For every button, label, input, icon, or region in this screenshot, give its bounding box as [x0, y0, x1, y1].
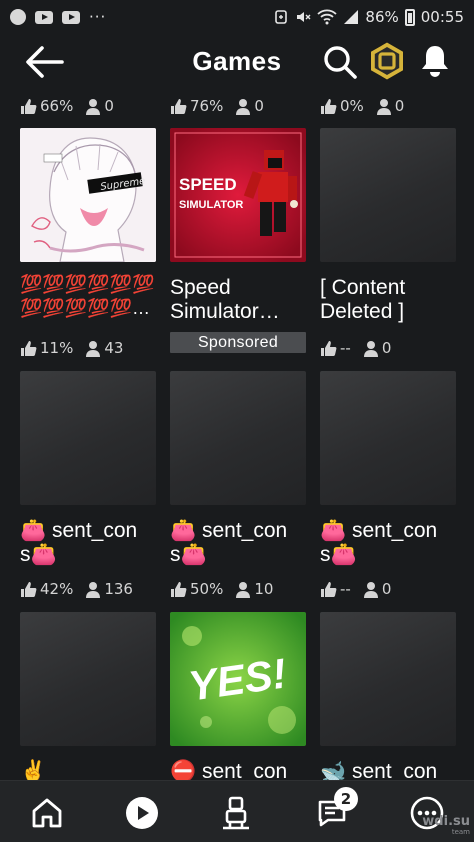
- speed-simulator-thumbnail: SPEED SIMULATOR: [170, 128, 306, 262]
- bottom-nav: 2 wdi.su team: [0, 780, 474, 842]
- nav-home[interactable]: [23, 791, 71, 835]
- game-thumbnail[interactable]: YES!: [170, 612, 306, 746]
- player-count: 0: [381, 580, 392, 598]
- player-count: 10: [254, 580, 274, 598]
- thumbs-up-icon: [321, 98, 337, 114]
- clock: 00:55: [420, 8, 464, 26]
- player-icon: [236, 581, 251, 598]
- game-title[interactable]: ⛔ sent_con: [170, 760, 320, 780]
- game-stats: 42% 136: [20, 579, 145, 599]
- notification-badge: 2: [334, 787, 358, 811]
- battery-percent: 86%: [365, 8, 399, 26]
- player-icon: [86, 98, 101, 115]
- game-thumbnail-placeholder[interactable]: [320, 612, 456, 746]
- data-saver-icon: [275, 10, 288, 24]
- play-icon: [126, 797, 158, 829]
- game-thumbnail-placeholder[interactable]: [20, 371, 156, 505]
- robux-button[interactable]: [366, 40, 408, 82]
- rating-value: 0%: [340, 97, 364, 115]
- game-thumbnail[interactable]: Supreme: [20, 128, 156, 262]
- game-stats: 11% 43: [20, 338, 135, 358]
- thumbs-up-icon: [321, 340, 337, 356]
- more-notifications-indicator: ···: [89, 8, 107, 26]
- app-notification-icon: [10, 9, 26, 25]
- player-count: 0: [394, 97, 405, 115]
- game-title[interactable]: 👛 sent_con s👛: [170, 519, 320, 567]
- game-thumbnail-placeholder[interactable]: [20, 612, 156, 746]
- player-count: 136: [104, 580, 133, 598]
- thumbs-up-icon: [321, 581, 337, 597]
- game-stats: -- 0: [320, 338, 403, 358]
- anime-art-thumbnail: Supreme: [20, 128, 156, 262]
- game-stats: 66% 0: [20, 96, 126, 116]
- avatar-icon: [223, 796, 249, 830]
- game-thumbnail-placeholder[interactable]: [170, 371, 306, 505]
- player-count: 0: [104, 97, 114, 115]
- game-title[interactable]: 💯💯💯💯💯💯 💯💯💯💯💯…: [20, 272, 170, 320]
- youtube-notification-icon-2: [62, 10, 80, 24]
- game-thumbnail-placeholder[interactable]: [320, 371, 456, 505]
- nav-games[interactable]: [118, 791, 166, 835]
- status-bar: ··· 86% 00:55: [0, 0, 474, 34]
- game-stats: 76% 0: [170, 96, 276, 116]
- game-title[interactable]: 👛 sent_con s👛: [320, 519, 470, 567]
- thumbs-up-icon: [21, 581, 37, 597]
- watermark: wdi.su team: [422, 815, 470, 838]
- thumbs-up-icon: [171, 581, 187, 597]
- game-thumbnail-placeholder[interactable]: [320, 128, 456, 262]
- yes-thumbnail: YES!: [170, 612, 306, 746]
- game-stats: -- 0: [320, 579, 403, 599]
- rating-value: 42%: [40, 580, 74, 598]
- game-title[interactable]: [ Content Deleted ]: [320, 276, 470, 324]
- thumbs-up-icon: [171, 98, 187, 114]
- player-icon: [363, 340, 378, 357]
- youtube-notification-icon: [35, 10, 53, 24]
- battery-icon: [404, 8, 415, 26]
- game-stats: 0% 0: [320, 96, 416, 116]
- game-thumbnail[interactable]: SPEED SIMULATOR: [170, 128, 306, 262]
- player-icon: [376, 98, 391, 115]
- simulator-text: SIMULATOR: [179, 199, 243, 211]
- bell-icon: [422, 46, 448, 77]
- nav-chat[interactable]: 2: [308, 787, 358, 835]
- game-title[interactable]: ✌: [20, 760, 170, 780]
- player-icon: [363, 581, 378, 598]
- rating-value: --: [340, 580, 351, 598]
- search-button[interactable]: [320, 42, 360, 82]
- game-title[interactable]: Speed Simulator…: [170, 276, 320, 324]
- player-count: 0: [254, 97, 264, 115]
- nav-avatar[interactable]: [212, 791, 260, 835]
- rating-value: 50%: [190, 580, 224, 598]
- robux-icon: [370, 41, 404, 81]
- rating-value: 66%: [40, 97, 74, 115]
- mute-icon: [297, 12, 311, 22]
- player-count: 43: [104, 339, 124, 357]
- game-title[interactable]: 🐋 sent_con: [320, 760, 470, 780]
- sponsored-badge: Sponsored: [170, 332, 306, 353]
- game-stats: 50% 10: [170, 579, 285, 599]
- rating-value: 76%: [190, 97, 224, 115]
- thumbs-up-icon: [21, 98, 37, 114]
- thumbs-up-icon: [21, 340, 37, 356]
- wifi-icon: [317, 9, 338, 25]
- game-title[interactable]: 👛 sent_con s👛: [20, 519, 170, 567]
- notifications-button[interactable]: [418, 43, 452, 79]
- games-grid[interactable]: 66% 0 76% 0 0% 0 Supreme 💯💯💯💯💯💯 💯�: [0, 90, 474, 780]
- cell-signal-icon: [344, 10, 359, 24]
- player-count: 0: [381, 339, 392, 357]
- rating-value: 11%: [40, 339, 74, 357]
- search-icon: [324, 46, 357, 79]
- app-header: Games: [0, 34, 474, 90]
- speed-text: SPEED: [179, 175, 237, 194]
- player-icon: [86, 340, 101, 357]
- player-icon: [86, 581, 101, 598]
- home-icon: [32, 798, 62, 828]
- rating-value: --: [340, 339, 351, 357]
- player-icon: [236, 98, 251, 115]
